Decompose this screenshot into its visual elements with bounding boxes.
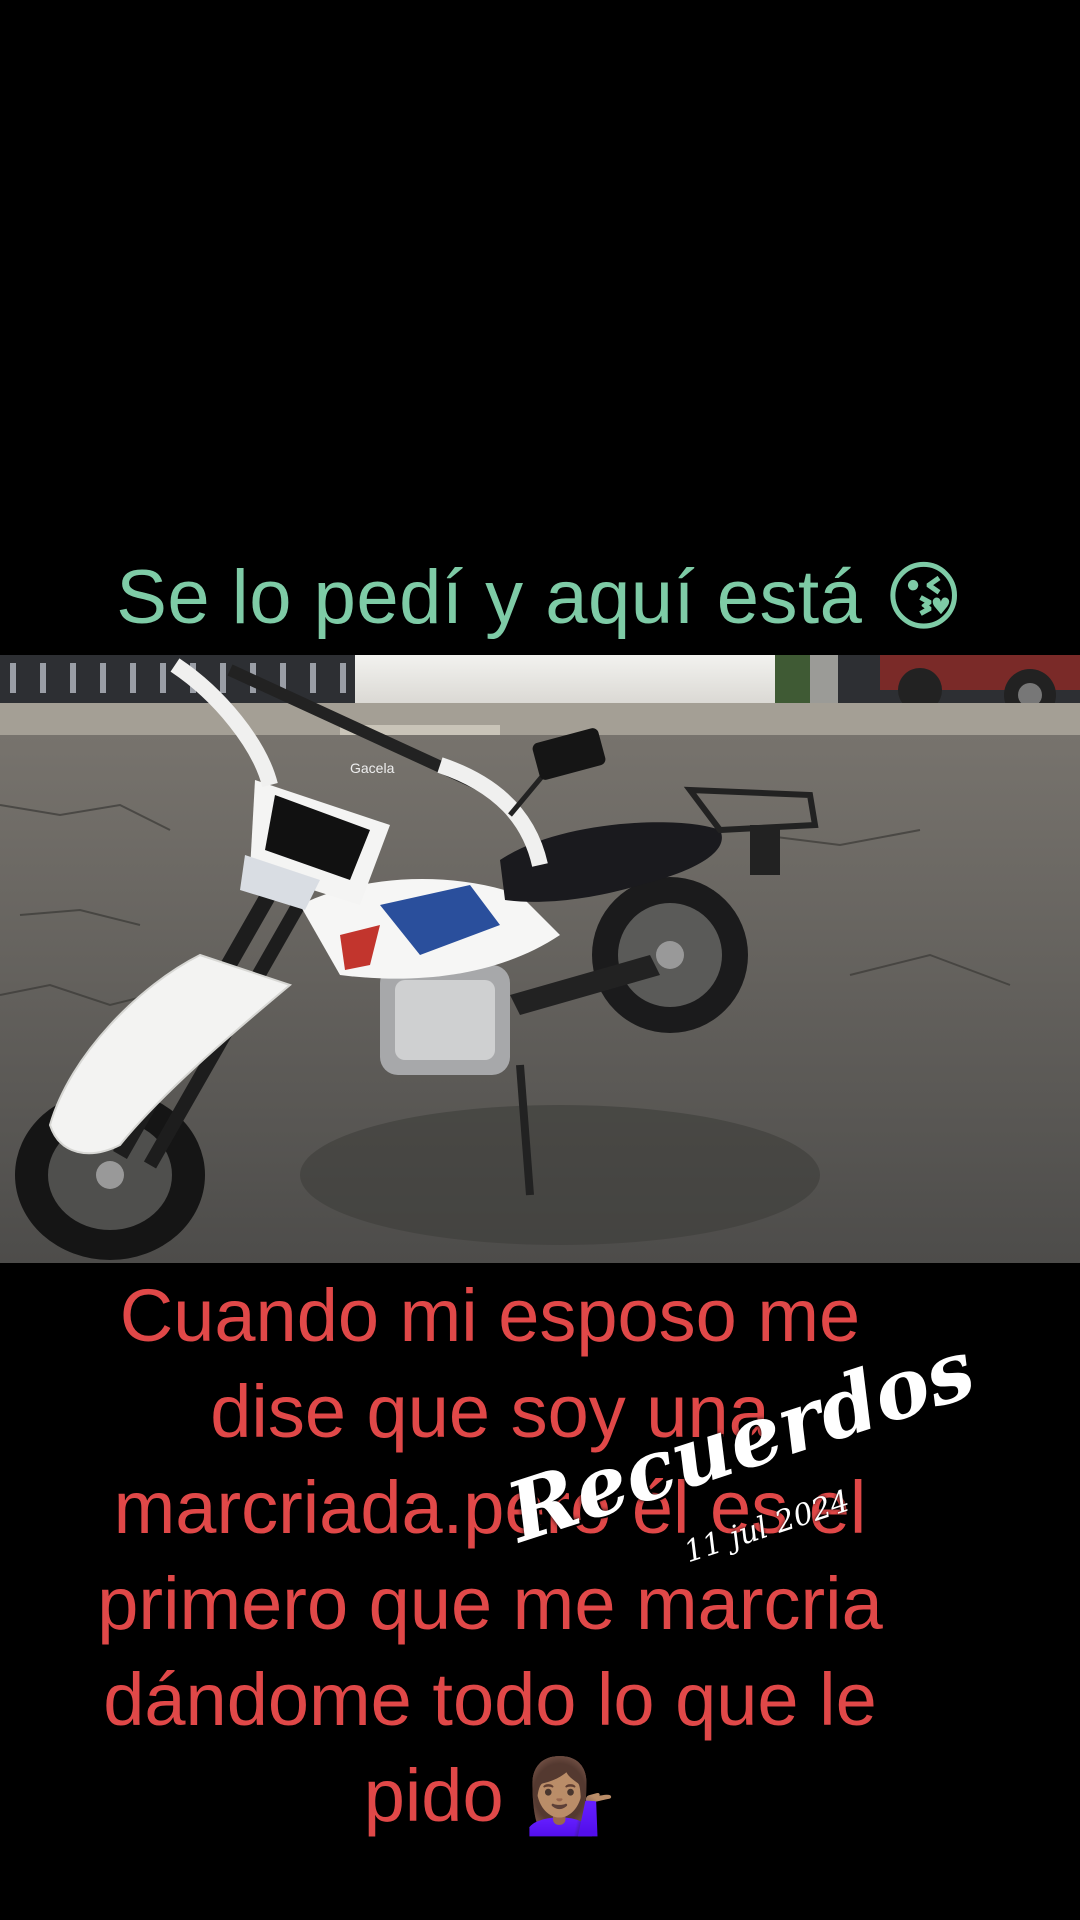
tail-light	[750, 825, 780, 875]
bottom-caption-line: pido 💁🏽‍♀️	[363, 1754, 617, 1837]
motorcycle-photo: Gacela	[0, 655, 1080, 1263]
bottom-caption-line: Cuando mi esposo me	[119, 1274, 861, 1357]
bottom-caption-line: marcriada.pero él es el	[113, 1466, 867, 1549]
top-caption: Se lo pedí y aquí está 😘	[116, 555, 964, 640]
bottom-caption: Cuando mi esposo me dise que soy una mar…	[40, 1268, 940, 1844]
brand-label: Gacela	[350, 760, 395, 776]
sidewalk	[0, 703, 1080, 738]
bike-shadow	[300, 1105, 820, 1245]
bottom-caption-line: primero que me marcria	[97, 1562, 883, 1645]
motorcycle-photo-illustration: Gacela	[0, 655, 1080, 1263]
rear-wheel	[592, 877, 748, 1033]
bottom-caption-line: dándome todo lo que le	[103, 1658, 877, 1741]
bottom-caption-line: dise que soy una	[210, 1370, 770, 1453]
white-wall	[355, 655, 775, 707]
story-screen: Se lo pedí y aquí está 😘 Gacela Cuando m…	[0, 0, 1080, 1920]
